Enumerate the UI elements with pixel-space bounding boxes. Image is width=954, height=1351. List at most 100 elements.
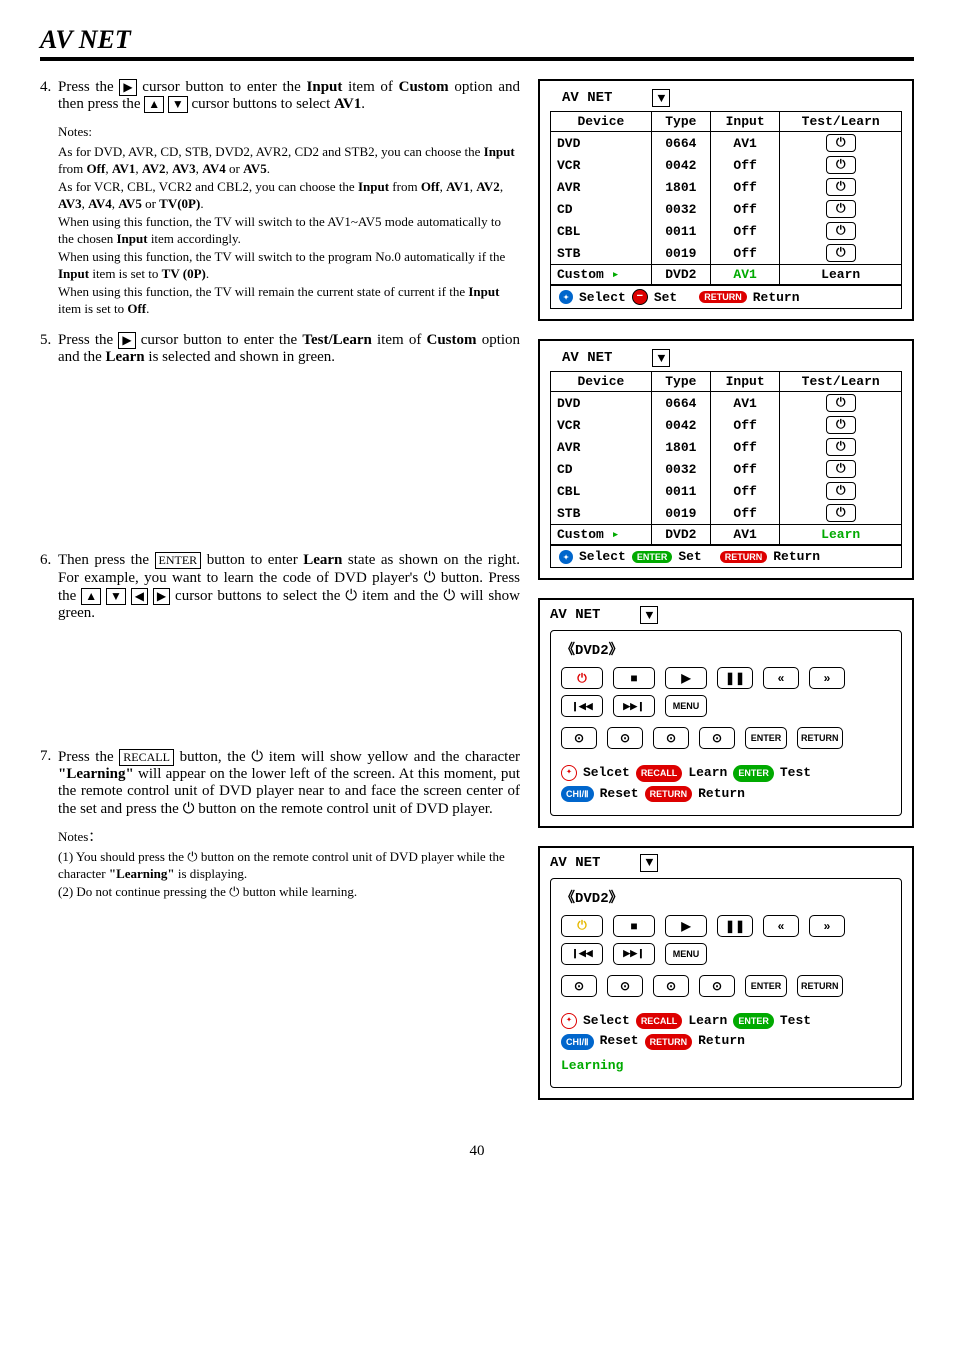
page-header: AV NET <box>40 25 914 61</box>
page-title: AV NET <box>40 25 131 54</box>
table-row: CD0032Off⏻ <box>551 198 902 220</box>
nav-icon: ✦ <box>559 290 573 304</box>
table-row: AVR1801Off⏻ <box>551 436 902 458</box>
app-button: ⊙ <box>653 727 689 749</box>
table-row: AVR1801Off⏻ <box>551 176 902 198</box>
power-icon: ⏻ <box>826 394 856 412</box>
table-row: CD0032Off⏻ <box>551 458 902 480</box>
rewind-button: « <box>763 915 799 937</box>
power-icon: ⏻ <box>826 178 856 196</box>
enter-button: ENTER <box>745 975 787 997</box>
app-button: ⊙ <box>653 975 689 997</box>
app-button: ⊙ <box>607 975 643 997</box>
left-cursor-icon: ◀ <box>131 588 148 604</box>
up-cursor-icon: ▲ <box>144 96 164 112</box>
enter-pill: ENTER <box>733 765 774 781</box>
table-row: VCR0042Off⏻ <box>551 154 902 176</box>
osd-figure-2: AV NET ▼ Device Type Input Test/Learn DV… <box>538 339 914 580</box>
down-cursor-icon: ▼ <box>168 96 188 112</box>
osd-table: Device Type Input Test/Learn DVD0664AV1⏻… <box>550 111 902 285</box>
step-5: 5. Press the ▶ cursor button to enter th… <box>40 332 520 366</box>
table-row: DVD0664AV1⏻ <box>551 132 902 155</box>
enter-pill: ENTER <box>632 551 673 563</box>
osd-footer: ✦ Select ENTER Set RETURN Return <box>550 545 902 568</box>
step-body: Press the ▶ cursor button to enter the I… <box>58 79 520 113</box>
step-4: 4. Press the ▶ cursor button to enter th… <box>40 79 520 113</box>
play-button: ▶ <box>665 667 707 689</box>
down-arrow-icon: ▼ <box>640 854 658 872</box>
power-icon: ⏻ <box>187 849 197 864</box>
power-icon: ⏻ <box>229 884 239 899</box>
learning-status: Learning <box>561 1056 891 1077</box>
fastfwd-button: » <box>809 667 845 689</box>
figure-title: AV NET <box>550 855 600 871</box>
table-row-custom: Custom ▸ DVD2 AV1 Learn <box>551 525 902 545</box>
osd-figure-1: AV NET ▼ Device Type Input Test/Learn DV… <box>538 79 914 321</box>
enter-button: ENTER <box>745 727 787 749</box>
power-icon: ⏻ <box>826 222 856 240</box>
remote-figure-3: AV NET ▼ 《DVD2》 ⏻ ❙◀◀ ■ ▶▶❙ ▶ MENU <box>538 598 914 828</box>
app-button: ⊙ <box>607 727 643 749</box>
figure-title: AV NET <box>550 607 600 623</box>
power-button: ⏻ <box>561 667 603 689</box>
power-icon: ⏻ <box>826 460 856 478</box>
left-column: 4. Press the ▶ cursor button to enter th… <box>40 79 520 1118</box>
power-icon: ⏻ <box>345 588 357 604</box>
notes-step4: Notes: As for DVD, AVR, CD, STB, DVD2, A… <box>58 123 520 318</box>
step-6: 6. Then press the ENTER button to enter … <box>40 552 520 622</box>
step-7: 7. Press the RECALL button, the ⏻ item w… <box>40 748 520 818</box>
page-number: 40 <box>40 1143 914 1160</box>
down-arrow-icon: ▼ <box>640 606 658 624</box>
table-row: VCR0042Off⏻ <box>551 414 902 436</box>
return-pill: RETURN <box>645 786 693 802</box>
osd-footer: ✦ Select − Set RETURN Return <box>550 285 902 309</box>
recall-pill: RECALL <box>636 1013 683 1029</box>
down-arrow-icon: ▼ <box>652 349 670 367</box>
table-row-custom: Custom ▸ DVD2 AV1 Learn <box>551 265 902 285</box>
return-pill: RETURN <box>720 551 768 563</box>
return-button: RETURN <box>797 975 843 997</box>
right-column: AV NET ▼ Device Type Input Test/Learn DV… <box>538 79 914 1118</box>
play-button: ▶ <box>665 915 707 937</box>
rewind-button: « <box>763 667 799 689</box>
app-button: ⊙ <box>699 975 735 997</box>
return-pill: RETURN <box>645 1034 693 1050</box>
power-icon: ⏻ <box>826 416 856 434</box>
nav-icon: ✦ <box>559 550 573 564</box>
pause-button: ❚❚ <box>717 667 753 689</box>
app-button: ⊙ <box>699 727 735 749</box>
device-label: 《DVD2》 <box>561 639 891 659</box>
stop-button: ■ <box>613 667 655 689</box>
power-icon: ⏻ <box>826 482 856 500</box>
pause-button: ❚❚ <box>717 915 753 937</box>
app-button: ⊙ <box>561 975 597 997</box>
power-icon: ⏻ <box>183 801 195 817</box>
up-cursor-icon: ▲ <box>81 588 101 604</box>
right-cursor-icon: ▶ <box>118 332 135 348</box>
minus-icon: − <box>632 289 648 305</box>
power-icon: ⏻ <box>443 588 455 604</box>
next-button: ▶▶❙ <box>613 695 655 717</box>
menu-button: MENU <box>665 943 707 965</box>
remote-figure-4: AV NET ▼ 《DVD2》 ⏻ ❙◀◀ ■ ▶▶❙ ▶ MENU <box>538 846 914 1100</box>
next-button: ▶▶❙ <box>613 943 655 965</box>
down-cursor-icon: ▼ <box>106 588 126 604</box>
power-icon: ⏻ <box>826 156 856 174</box>
power-icon: ⏻ <box>826 134 856 152</box>
table-row: CBL0011Off⏻ <box>551 480 902 502</box>
app-button: ⊙ <box>561 727 597 749</box>
power-button: ⏻ <box>561 915 603 937</box>
notes-step7: Notes： (1) You should press the ⏻ button… <box>58 828 520 900</box>
return-pill: RETURN <box>699 291 747 303</box>
nav-icon: ✦ <box>561 1013 577 1029</box>
table-row: STB0019Off⏻ <box>551 502 902 525</box>
table-row: CBL0011Off⏻ <box>551 220 902 242</box>
menu-button: MENU <box>665 695 707 717</box>
nav-icon: ✦ <box>561 765 577 781</box>
right-cursor-icon: ▶ <box>119 79 136 95</box>
power-icon: ⏻ <box>424 570 436 586</box>
device-label: 《DVD2》 <box>561 887 891 907</box>
right-cursor-icon: ▶ <box>153 588 170 604</box>
power-icon: ⏻ <box>826 200 856 218</box>
fastfwd-button: » <box>809 915 845 937</box>
